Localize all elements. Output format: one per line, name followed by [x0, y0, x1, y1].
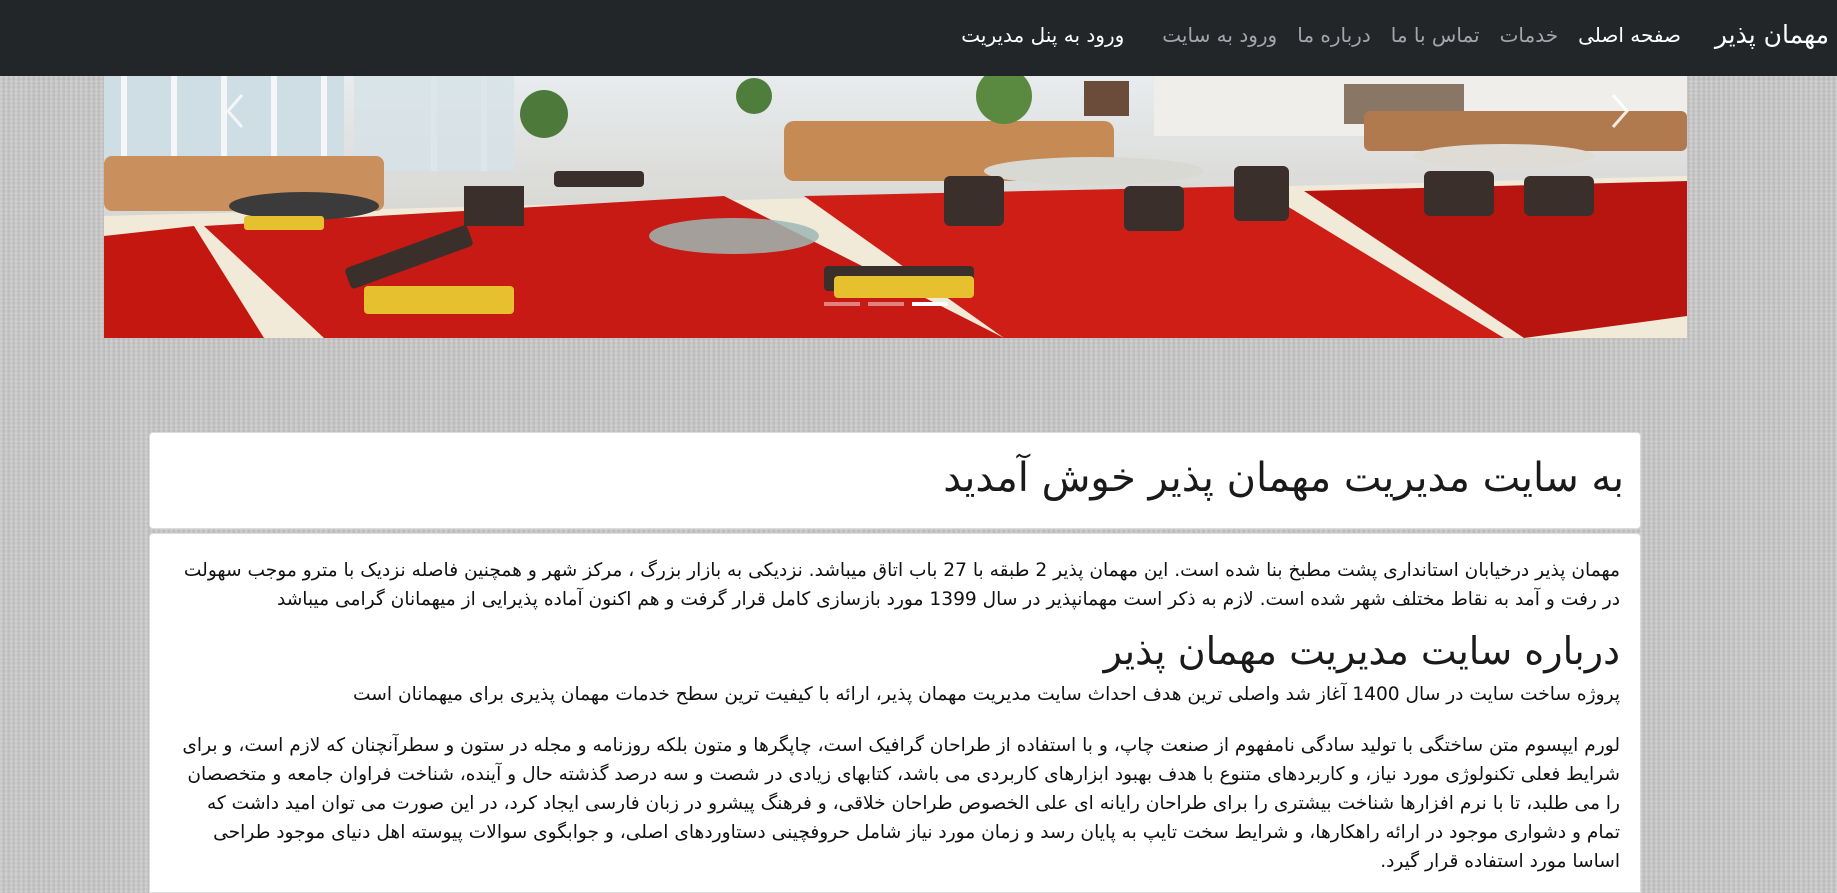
intro-paragraph: مهمان پذیر درخیابان استانداری پشت مطبخ ب… [183, 560, 1620, 610]
chevron-left-icon [226, 94, 244, 128]
nav-link-home[interactable]: صفحه اصلی [1568, 21, 1691, 49]
nav-links: صفحه اصلی خدمات تماس با ما درباره ما ورو… [951, 21, 1691, 49]
carousel-prev-button[interactable] [206, 81, 266, 141]
brand-link[interactable]: مهمان پذیر [1715, 20, 1829, 49]
carousel-indicator-3[interactable] [912, 302, 948, 306]
nav-link-admin-panel[interactable]: ورود به پنل مدیریت [951, 21, 1134, 49]
carousel-next-button[interactable] [1589, 81, 1649, 141]
about-heading: درباره سایت مدیریت مهمان پذیر [1103, 629, 1620, 673]
carousel-indicator-2[interactable] [868, 302, 904, 306]
welcome-title: به سایت مدیریت مهمان پذیر خوش آمدید [943, 455, 1624, 501]
nav-link-login[interactable]: ورود به سایت [1152, 21, 1287, 49]
nav-link-contact[interactable]: تماس با ما [1381, 21, 1490, 49]
welcome-card-header: به سایت مدیریت مهمان پذیر خوش آمدید [149, 432, 1641, 529]
about-paragraph: پروژه ساخت سایت در سال 1400 آغاز شد واصل… [353, 684, 1620, 705]
top-navbar: مهمان پذیر صفحه اصلی خدمات تماس با ما در… [0, 0, 1837, 76]
hero-carousel[interactable] [104, 76, 1687, 338]
nav-link-services[interactable]: خدمات [1490, 21, 1569, 49]
lorem-paragraph: لورم ایپسوم متن ساختگی با تولید سادگی نا… [182, 735, 1620, 872]
chevron-right-icon [1611, 94, 1629, 128]
carousel-indicator-1[interactable] [824, 302, 860, 306]
carousel-indicators [824, 302, 948, 306]
welcome-card-body: مهمان پذیر درخیابان استانداری پشت مطبخ ب… [149, 533, 1641, 893]
carousel-slide-image [104, 76, 1687, 338]
nav-link-about[interactable]: درباره ما [1287, 21, 1381, 49]
